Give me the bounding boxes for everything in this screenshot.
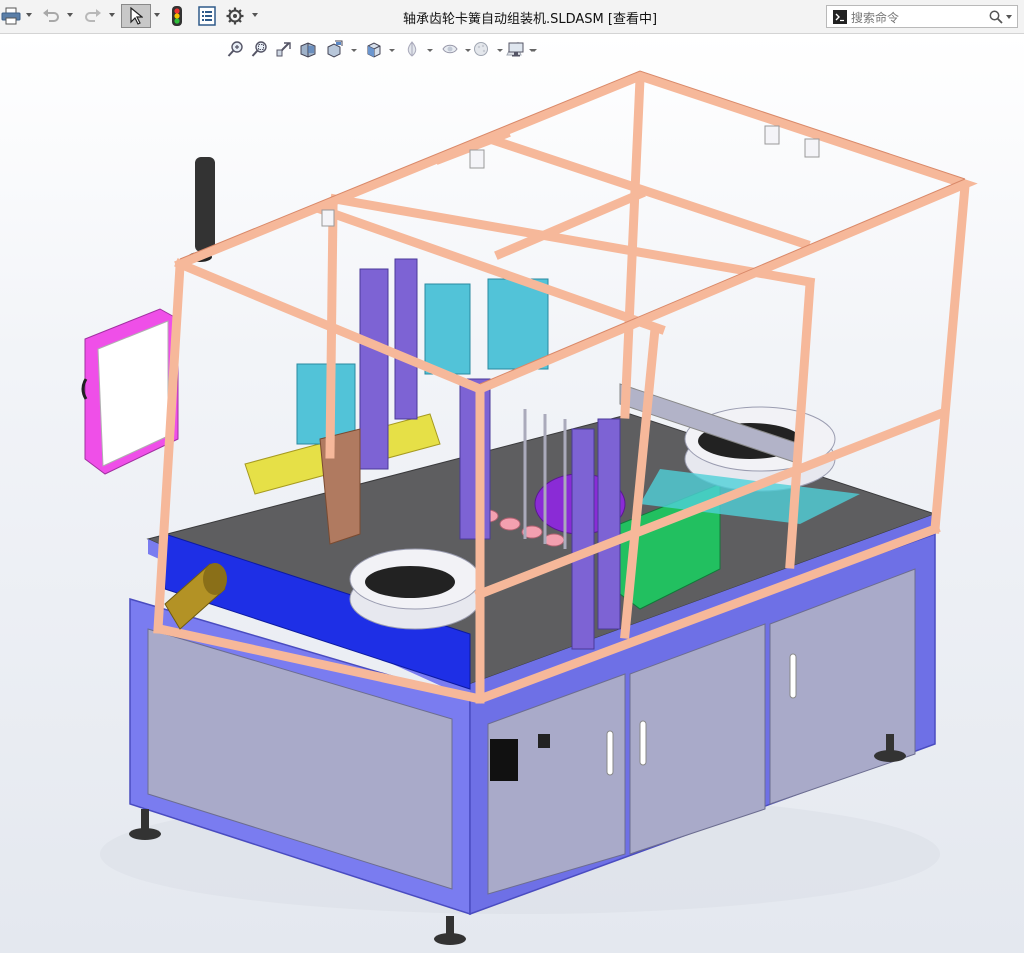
- undo-icon: [43, 9, 59, 22]
- search-dropdown-icon[interactable]: [1006, 15, 1012, 19]
- search-placeholder: 搜索命令: [851, 11, 900, 25]
- undo-button[interactable]: [40, 4, 62, 28]
- graphics-area[interactable]: [0, 34, 1024, 953]
- print-icon: [1, 7, 21, 25]
- redo-dropdown-icon[interactable]: [109, 13, 115, 17]
- redo-icon: [85, 9, 101, 22]
- title-bar: 轴承齿轮卡簧自动组装机.SLDASM [查看中] 搜索命令: [0, 0, 1024, 34]
- print-dropdown-icon[interactable]: [26, 13, 32, 17]
- options-button[interactable]: [224, 4, 246, 28]
- power-switch: [538, 734, 550, 748]
- select-pointer-icon: [130, 7, 143, 25]
- options-dropdown-icon[interactable]: [252, 13, 258, 17]
- door-handle: [606, 730, 614, 776]
- command-prompt-icon: [833, 10, 847, 24]
- electrical-panel: [490, 739, 518, 781]
- redo-button[interactable]: [82, 4, 104, 28]
- signal-tower-light: [195, 157, 215, 252]
- undo-dropdown-icon[interactable]: [67, 13, 73, 17]
- search-commands-field[interactable]: 搜索命令: [826, 5, 1018, 28]
- file-properties-button[interactable]: [196, 4, 218, 28]
- document-title: 轴承齿轮卡簧自动组装机.SLDASM [查看中]: [402, 12, 658, 27]
- search-icon[interactable]: [989, 10, 1003, 24]
- traffic-light-icon: [172, 6, 182, 26]
- door-handle: [639, 720, 647, 766]
- file-properties-icon: [198, 6, 216, 26]
- gear-icon: [226, 7, 244, 25]
- select-dropdown-icon[interactable]: [154, 13, 160, 17]
- door-handle: [789, 653, 797, 699]
- print-button[interactable]: [0, 4, 22, 28]
- assembly-machine-model[interactable]: [0, 34, 1024, 953]
- select-button[interactable]: [121, 4, 151, 28]
- rebuild-button[interactable]: [166, 4, 188, 28]
